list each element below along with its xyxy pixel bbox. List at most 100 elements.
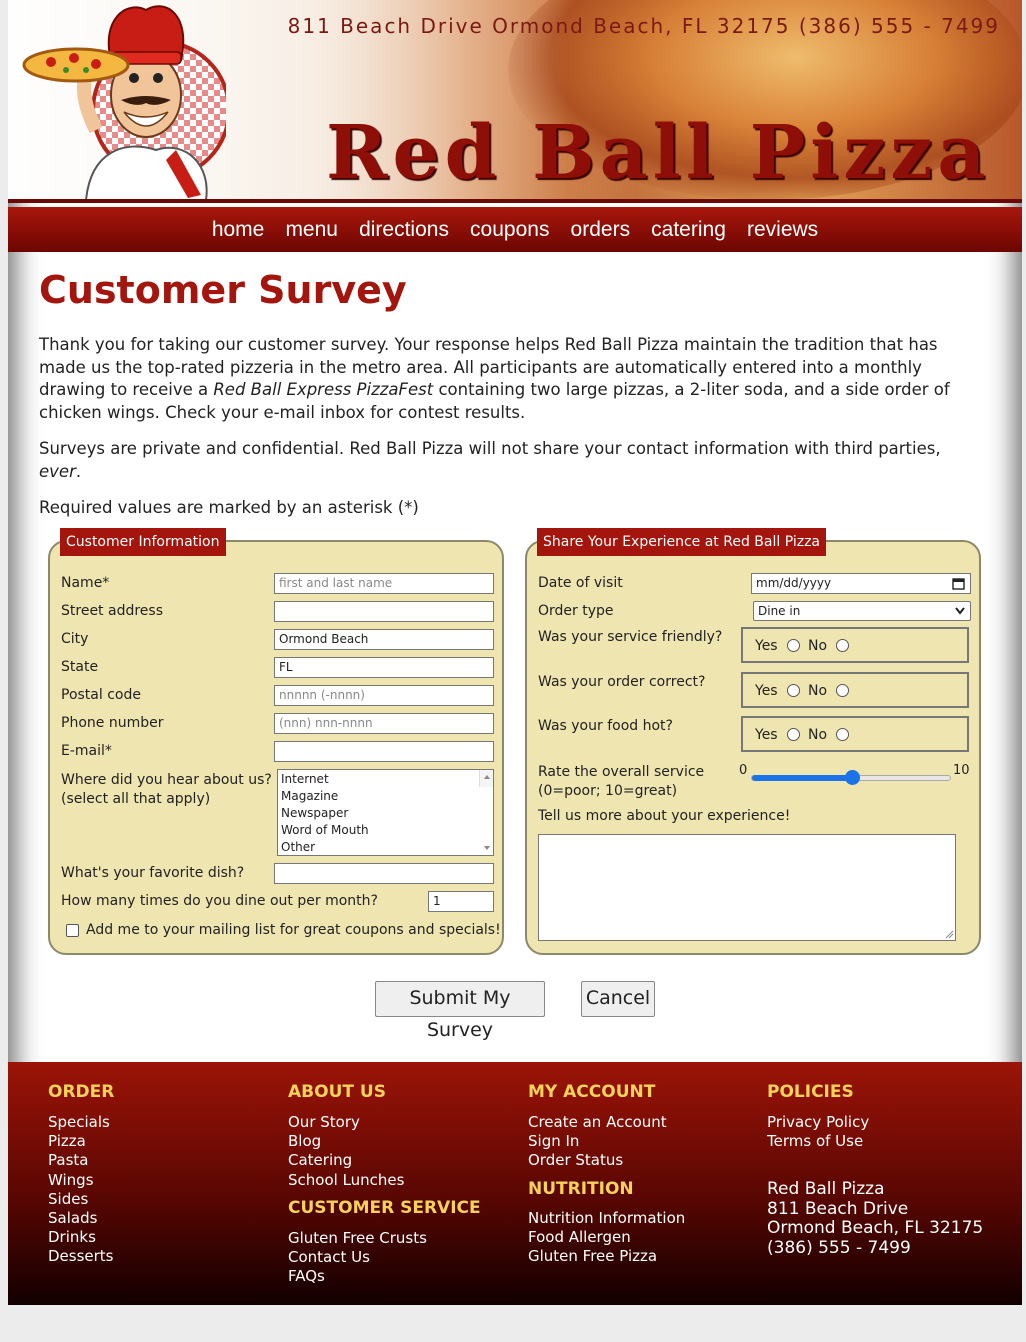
resize-handle-icon[interactable] — [945, 930, 954, 939]
main-nav: home menu directions coupons orders cate… — [8, 207, 1022, 252]
footer-service-heading: CUSTOMER SERVICE — [288, 1198, 481, 1218]
footer-account-links: Create an Account Sign In Order Status — [528, 1113, 667, 1171]
calendar-icon[interactable] — [952, 577, 965, 590]
correct-question: Was your order correct? — [538, 674, 706, 690]
friendly-no-radio[interactable] — [836, 639, 849, 652]
footer-order-heading: ORDER — [48, 1082, 115, 1102]
phone-label: Phone number — [61, 715, 164, 731]
footer-about-heading: ABOUT US — [288, 1082, 386, 1102]
correct-yes-radio[interactable] — [787, 684, 800, 697]
footer-link[interactable]: Gluten Free Pizza — [528, 1247, 685, 1266]
nav-directions[interactable]: directions — [351, 207, 457, 252]
main-content: Customer Survey Thank you for taking our… — [39, 268, 979, 520]
footer-link[interactable]: Sides — [48, 1190, 114, 1209]
footer-link[interactable]: Catering — [288, 1151, 404, 1170]
hear-option-magazine[interactable]: Magazine — [281, 788, 490, 805]
dine-label: How many times do you dine out per month… — [61, 893, 378, 909]
footer-about-links: Our Story Blog Catering School Lunches — [288, 1113, 404, 1190]
rate-label: Rate the overall service (0=poor; 10=gre… — [538, 764, 705, 799]
mailing-checkbox[interactable] — [66, 924, 79, 937]
chef-mascot-icon — [22, 5, 226, 199]
nav-menu[interactable]: menu — [277, 207, 346, 252]
intro-paragraph: Thank you for taking our customer survey… — [39, 335, 950, 422]
email-label: E-mail* — [61, 743, 112, 759]
required-note: Required values are marked by an asteris… — [39, 498, 419, 517]
footer-link[interactable]: Drinks — [48, 1228, 114, 1247]
date-label: Date of visit — [538, 575, 623, 591]
footer-link[interactable]: Create an Account — [528, 1113, 667, 1132]
correct-no-radio[interactable] — [836, 684, 849, 697]
city-input[interactable]: Ormond Beach — [274, 629, 494, 650]
nav-catering[interactable]: catering — [643, 207, 734, 252]
footer-link[interactable]: Sign In — [528, 1132, 667, 1151]
footer-link[interactable]: Salads — [48, 1209, 114, 1228]
street-input[interactable] — [274, 601, 494, 622]
friendly-radio-group: Yes No — [741, 627, 969, 663]
experience-legend: Share Your Experience at Red Ball Pizza — [537, 528, 826, 556]
footer-link[interactable]: School Lunches — [288, 1171, 404, 1190]
footer-order-links: Specials Pizza Pasta Wings Sides Salads … — [48, 1113, 114, 1267]
footer-link[interactable]: Wings — [48, 1171, 114, 1190]
nav-home[interactable]: home — [204, 207, 273, 252]
customer-info-legend: Customer Information — [60, 528, 226, 556]
friendly-yes-radio[interactable] — [787, 639, 800, 652]
footer-account-heading: MY ACCOUNT — [528, 1082, 656, 1102]
name-input[interactable]: first and last name — [274, 573, 494, 594]
hear-option-other[interactable]: Other — [281, 839, 490, 856]
footer-link[interactable]: Pizza — [48, 1132, 114, 1151]
state-label: State — [61, 659, 99, 675]
postal-label: Postal code — [61, 687, 141, 703]
hot-no-radio[interactable] — [836, 728, 849, 741]
footer-link[interactable]: Our Story — [288, 1113, 404, 1132]
footer-link[interactable]: Food Allergen — [528, 1228, 685, 1247]
chevron-down-icon — [955, 607, 965, 615]
site-footer: ORDER Specials Pizza Pasta Wings Sides S… — [8, 1062, 1022, 1305]
footer-link[interactable]: Terms of Use — [767, 1132, 869, 1151]
experience-textarea[interactable] — [538, 834, 956, 941]
dish-label: What's your favorite dish? — [61, 865, 245, 881]
customer-info-fieldset: Customer Information Name* first and las… — [48, 528, 504, 955]
order-type-select[interactable]: Dine in — [753, 601, 971, 621]
date-input[interactable]: mm/dd/yyyy — [751, 573, 971, 594]
footer-link[interactable]: Contact Us — [288, 1248, 427, 1267]
more-label: Tell us more about your experience! — [538, 808, 791, 824]
hot-radio-group: Yes No — [741, 716, 969, 752]
footer-link[interactable]: Pasta — [48, 1151, 114, 1170]
footer-policies-heading: POLICIES — [767, 1082, 854, 1102]
hear-option-internet[interactable]: Internet — [281, 771, 490, 788]
nav-coupons[interactable]: coupons — [462, 207, 557, 252]
footer-link[interactable]: Order Status — [528, 1151, 667, 1170]
footer-link[interactable]: Blog — [288, 1132, 404, 1151]
experience-fieldset: Share Your Experience at Red Ball Pizza … — [525, 528, 981, 955]
footer-link[interactable]: Desserts — [48, 1247, 114, 1266]
hot-question: Was your food hot? — [538, 718, 673, 734]
footer-link[interactable]: FAQs — [288, 1267, 427, 1286]
hear-listbox[interactable]: Internet Magazine Newspaper Word of Mout… — [277, 769, 494, 856]
site-header: 811 Beach Drive Ormond Beach, FL 32175 (… — [8, 0, 1022, 203]
cancel-button[interactable]: Cancel — [581, 981, 655, 1017]
nav-orders[interactable]: orders — [563, 207, 639, 252]
rate-min-label: 0 — [739, 763, 748, 778]
street-label: Street address — [61, 603, 163, 619]
footer-link[interactable]: Specials — [48, 1113, 114, 1132]
state-input[interactable]: FL — [274, 657, 494, 678]
hear-option-word-of-mouth[interactable]: Word of Mouth — [281, 822, 490, 839]
footer-link[interactable]: Nutrition Information — [528, 1209, 685, 1228]
rate-slider-track[interactable] — [751, 770, 951, 785]
rate-slider-fill — [752, 775, 852, 781]
footer-link[interactable]: Gluten Free Crusts — [288, 1229, 427, 1248]
rate-slider-thumb[interactable] — [845, 770, 860, 785]
dine-count-input[interactable]: 1 — [428, 891, 494, 912]
dish-input[interactable] — [274, 863, 494, 884]
listbox-scrollbar[interactable] — [479, 770, 493, 850]
hot-yes-radio[interactable] — [787, 728, 800, 741]
email-input[interactable] — [274, 741, 494, 762]
nav-reviews[interactable]: reviews — [739, 207, 826, 252]
postal-input[interactable]: nnnnn (-nnnn) — [274, 685, 494, 706]
phone-input[interactable]: (nnn) nnn-nnnn — [274, 713, 494, 734]
hear-option-newspaper[interactable]: Newspaper — [281, 805, 490, 822]
footer-link[interactable]: Privacy Policy — [767, 1113, 869, 1132]
submit-survey-button[interactable]: Submit My Survey — [375, 981, 545, 1041]
order-type-label: Order type — [538, 603, 614, 619]
rate-max-label: 10 — [953, 763, 970, 778]
